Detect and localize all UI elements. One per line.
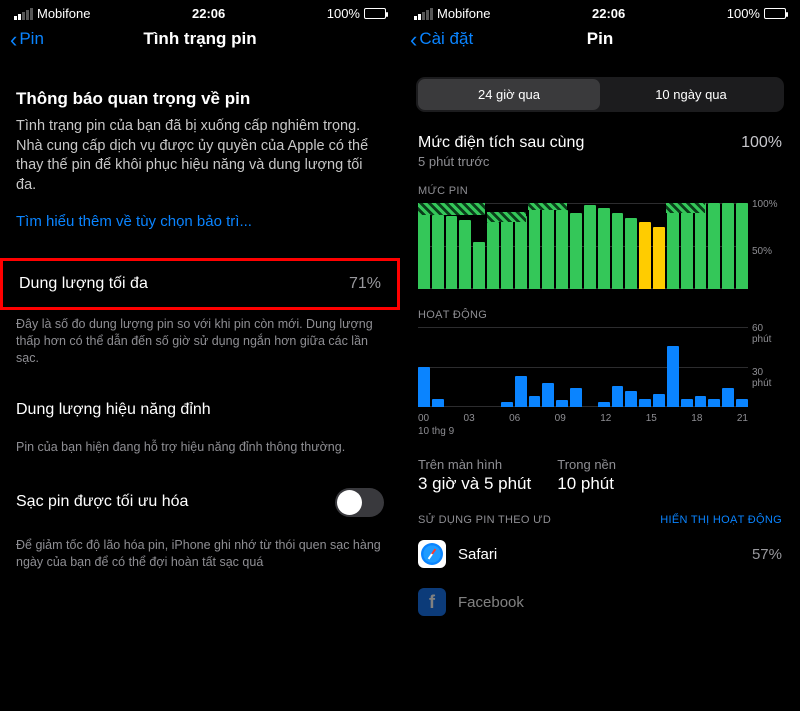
app-percent: 57%: [752, 546, 782, 563]
last-charge-value: 100%: [741, 134, 782, 169]
page-title: Pin: [400, 29, 800, 49]
app-name: Facebook: [458, 594, 770, 611]
carrier: Mobifone: [37, 6, 90, 21]
max-capacity-desc: Đây là số đo dung lượng pin so với khi p…: [0, 310, 400, 367]
optimized-charging-desc: Để giảm tốc độ lão hóa pin, iPhone ghi n…: [0, 531, 400, 571]
nav-bar: ‹Pin Tình trạng pin: [0, 23, 400, 59]
phone-left: Mobifone 22:06 100% ‹Pin Tình trạng pin …: [0, 0, 400, 711]
battery-level-heading: MỨC PIN: [400, 185, 800, 199]
x-axis-labels: 0003060912151821: [400, 411, 800, 426]
battery-level-chart[interactable]: 100%50%: [418, 203, 782, 289]
signal-icon: [14, 8, 33, 20]
background-label: Trong nền: [557, 457, 616, 472]
background-value: 10 phút: [557, 474, 616, 494]
tab-10d[interactable]: 10 ngày qua: [600, 79, 782, 110]
peak-performance-row[interactable]: Dung lượng hiệu năng đỉnh: [0, 387, 400, 433]
app-row-facebook[interactable]: f Facebook: [400, 578, 800, 626]
optimized-charging-toggle[interactable]: [335, 488, 384, 517]
facebook-icon: f: [418, 588, 446, 616]
tab-24h[interactable]: 24 giờ qua: [418, 79, 600, 110]
safari-icon: [418, 540, 446, 568]
battery-icon: [764, 8, 786, 19]
status-bar: Mobifone 22:06 100%: [0, 0, 400, 23]
last-charge-sub: 5 phút trước: [418, 154, 584, 169]
screen-on-value: 3 giờ và 5 phút: [418, 474, 531, 494]
usage-by-app-heading: SỬ DỤNG PIN THEO ƯD: [418, 514, 551, 526]
clock: 22:06: [592, 6, 625, 21]
notice-body: Tình trạng pin của bạn đã bị xuống cấp n…: [16, 117, 384, 195]
clock: 22:06: [192, 6, 225, 21]
carrier: Mobifone: [437, 6, 490, 21]
phone-right: Mobifone 22:06 100% ‹Cài đặt Pin 24 giờ …: [400, 0, 800, 711]
battery-percent: 100%: [727, 6, 760, 21]
max-capacity-label: Dung lượng tối đa: [19, 275, 148, 293]
page-title: Tình trạng pin: [0, 29, 400, 49]
nav-bar: ‹Cài đặt Pin: [400, 23, 800, 59]
last-charge-row: Mức điện tích sau cùng 5 phút trước 100%: [400, 124, 800, 185]
learn-more-link[interactable]: Tìm hiểu thêm về tùy chọn bảo trì...: [16, 213, 384, 230]
max-capacity-value: 71%: [349, 275, 381, 293]
time-range-segment: 24 giờ qua 10 ngày qua: [416, 77, 784, 112]
optimized-charging-row: Sạc pin được tối ưu hóa: [0, 474, 400, 531]
usage-summary: Trên màn hình 3 giờ và 5 phút Trong nền …: [400, 447, 800, 502]
app-name: Safari: [458, 546, 740, 563]
last-charge-label: Mức điện tích sau cùng: [418, 134, 584, 152]
battery-percent: 100%: [327, 6, 360, 21]
notice-heading: Thông báo quan trọng về pin: [16, 89, 384, 109]
activity-chart[interactable]: 60 phút30 phút: [418, 327, 782, 407]
peak-performance-desc: Pin của bạn hiện đang hỗ trợ hiệu năng đ…: [0, 433, 400, 456]
app-row-safari[interactable]: Safari 57%: [400, 530, 800, 578]
max-capacity-row[interactable]: Dung lượng tối đa 71%: [0, 258, 400, 310]
optimized-charging-label: Sạc pin được tối ưu hóa: [16, 493, 188, 511]
screen-on-label: Trên màn hình: [418, 457, 531, 472]
activity-heading: HOẠT ĐỘNG: [400, 309, 800, 323]
signal-icon: [414, 8, 433, 20]
status-bar: Mobifone 22:06 100%: [400, 0, 800, 23]
chart-date-label: 10 thg 9: [400, 426, 800, 447]
peak-performance-label: Dung lượng hiệu năng đỉnh: [16, 401, 211, 419]
battery-icon: [364, 8, 386, 19]
show-activity-button[interactable]: HIỂN THỊ HOẠT ĐỘNG: [660, 514, 782, 526]
